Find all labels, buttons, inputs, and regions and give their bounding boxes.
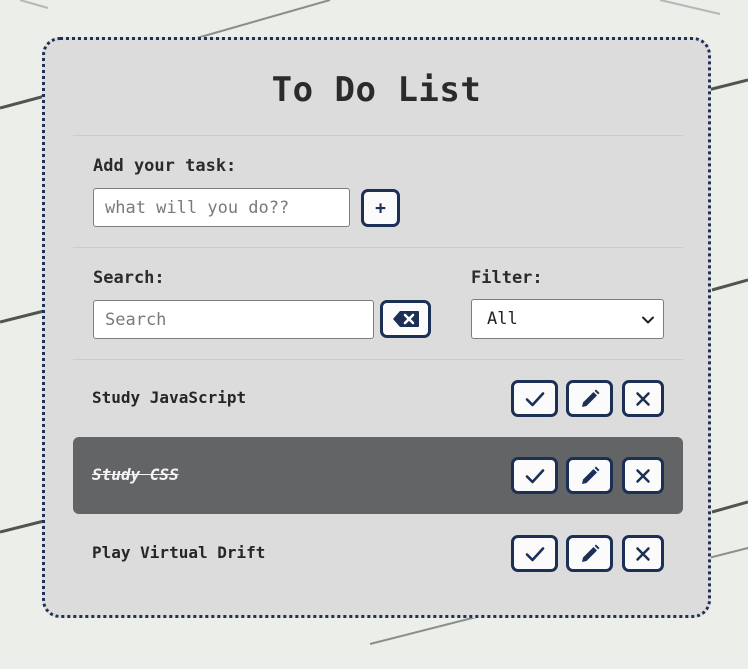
filter-label: Filter: <box>471 268 543 288</box>
delete-task-button[interactable] <box>622 457 664 494</box>
complete-task-button[interactable] <box>511 457 558 494</box>
filter-select[interactable]: All <box>471 299 664 339</box>
close-icon <box>635 546 651 562</box>
task-text: Study CSS <box>92 465 179 484</box>
close-icon <box>635 468 651 484</box>
pencil-icon <box>580 544 600 564</box>
pencil-icon <box>580 466 600 486</box>
chevron-down-icon <box>641 312 655 331</box>
check-icon <box>525 546 545 562</box>
check-icon <box>525 391 545 407</box>
complete-task-button[interactable] <box>511 380 558 417</box>
search-input[interactable] <box>93 300 374 339</box>
task-text: Study JavaScript <box>92 388 247 407</box>
check-icon <box>525 468 545 484</box>
divider <box>73 247 683 248</box>
close-icon <box>635 391 651 407</box>
todo-card: To Do List Add your task: + Search: Filt… <box>42 37 711 618</box>
divider <box>73 135 683 136</box>
backspace-icon <box>392 310 420 328</box>
edit-task-button[interactable] <box>566 457 613 494</box>
search-label: Search: <box>93 268 165 288</box>
add-task-button[interactable]: + <box>361 189 400 227</box>
pencil-icon <box>580 389 600 409</box>
edit-task-button[interactable] <box>566 380 613 417</box>
task-item: Study JavaScript <box>73 360 683 437</box>
add-task-label: Add your task: <box>93 156 237 176</box>
edit-task-button[interactable] <box>566 535 613 572</box>
delete-task-button[interactable] <box>622 535 664 572</box>
page-title: To Do List <box>271 70 482 110</box>
delete-task-button[interactable] <box>622 380 664 417</box>
clear-search-button[interactable] <box>380 300 431 338</box>
filter-selected-value: All <box>487 309 518 329</box>
add-task-input[interactable] <box>93 188 350 227</box>
task-text: Play Virtual Drift <box>92 543 266 562</box>
task-item-completed: Study CSS <box>73 437 683 514</box>
complete-task-button[interactable] <box>511 535 558 572</box>
task-item: Play Virtual Drift <box>73 515 683 592</box>
